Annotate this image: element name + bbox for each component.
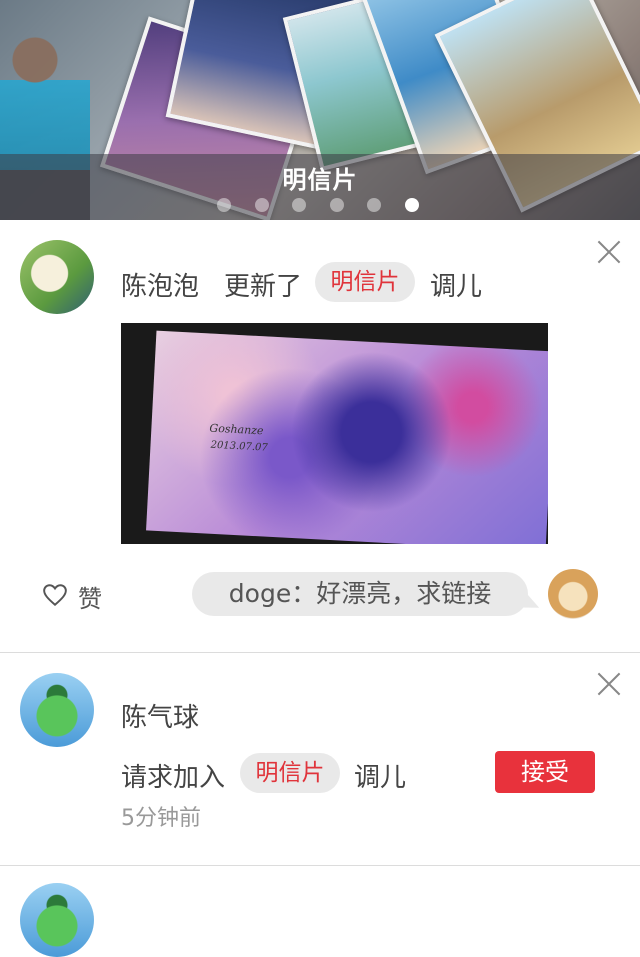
comment-bubble[interactable]: doge：好漂亮，求链接 [192,572,528,616]
action-text: 更新了 [224,272,303,302]
accept-button[interactable]: 接受 [495,751,595,793]
heart-icon[interactable] [42,582,68,608]
user-name[interactable]: 陈泡泡 [121,266,199,303]
group-suffix: 调儿 [430,272,483,302]
carousel-dot[interactable] [367,198,381,212]
carousel-dot[interactable] [217,198,231,212]
like-label[interactable]: 赞 [78,579,102,614]
post-photo[interactable]: Goshanze 2013.07.07 [121,323,548,544]
carousel-dots [217,198,419,212]
user-name[interactable]: 陈气球 [121,697,199,734]
divider [0,652,640,653]
avatar[interactable] [20,240,94,314]
carousel-dot[interactable] [254,198,269,212]
avatar[interactable] [20,673,94,747]
group-suffix: 调儿 [354,763,407,793]
carousel-dot[interactable] [329,198,344,212]
photo-date: 2013.07.07 [210,439,269,454]
avatar[interactable] [20,883,94,957]
commenter-avatar[interactable] [548,569,598,619]
photo-signature: Goshanze [209,421,264,438]
divider [0,865,640,866]
banner-caption: 明信片 [282,166,358,194]
group-tag[interactable]: 明信片 [240,753,340,793]
carousel-dot[interactable] [292,198,306,212]
action-text: 请求加入 [121,763,226,793]
banner-carousel[interactable]: 明信片 [0,0,640,220]
close-icon[interactable] [596,671,622,697]
watercolor-postcard: Goshanze 2013.07.07 [146,330,548,544]
close-icon[interactable] [596,239,622,265]
carousel-dot-active[interactable] [404,198,419,212]
group-tag[interactable]: 明信片 [315,262,415,302]
timestamp: 5分钟前 [121,806,201,831]
